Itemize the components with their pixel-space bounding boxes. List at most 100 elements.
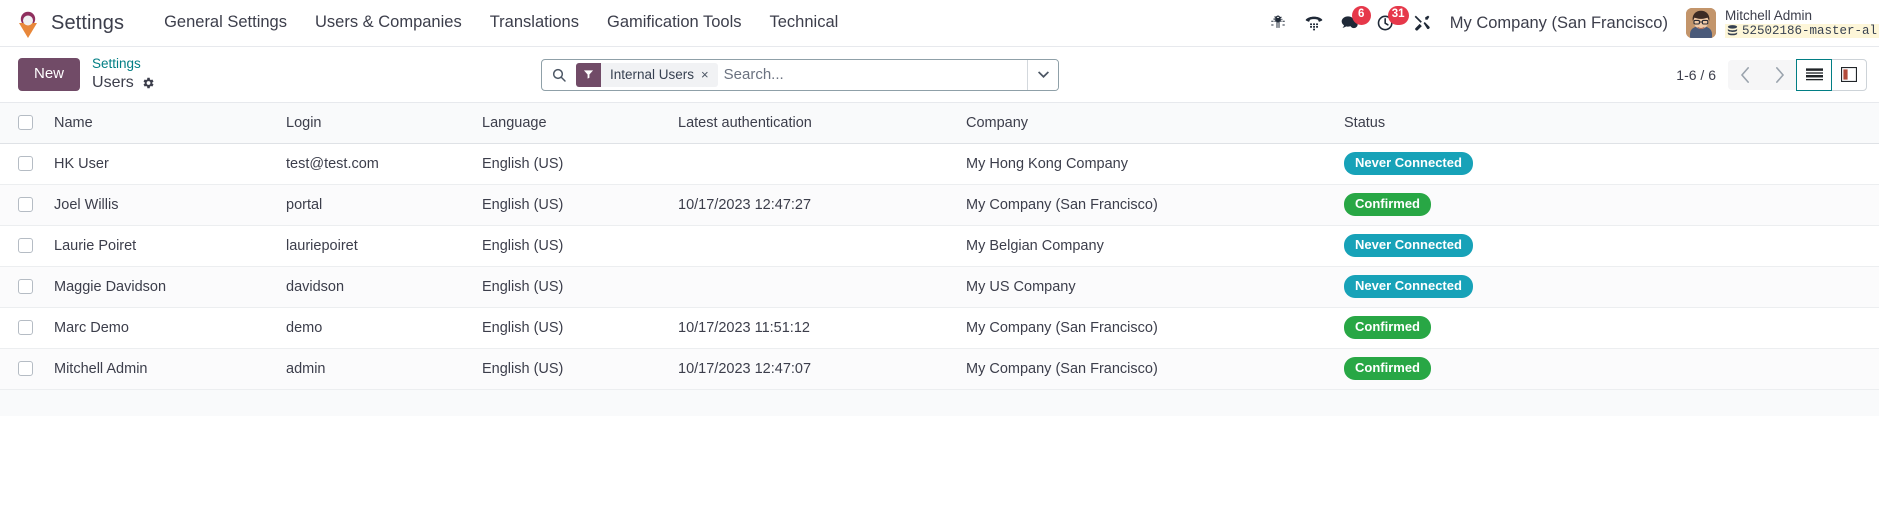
close-icon[interactable]: ×	[701, 68, 718, 81]
pager-next-button[interactable]	[1762, 59, 1796, 90]
phone-dialpad-icon[interactable]	[1296, 0, 1332, 47]
cell-company: My Belgian Company	[958, 225, 1336, 267]
cell-status: Confirmed	[1336, 348, 1879, 390]
cell-login: admin	[278, 348, 474, 390]
tools-wrench-icon[interactable]	[1404, 0, 1440, 47]
status-badge: Never Connected	[1344, 275, 1473, 298]
company-selector[interactable]: My Company (San Francisco)	[1440, 14, 1680, 33]
cell-login: portal	[278, 184, 474, 226]
row-select-cell	[0, 184, 46, 226]
pager-value[interactable]: 1-6 / 6	[1676, 67, 1716, 83]
search-input[interactable]	[723, 59, 1027, 90]
row-select-cell	[0, 266, 46, 308]
cell-language: English (US)	[474, 348, 670, 390]
table-body: HK User test@test.com English (US) My Ho…	[0, 143, 1879, 390]
column-header-company[interactable]: Company	[958, 103, 1336, 144]
messaging-chat-icon[interactable]: 6	[1332, 0, 1371, 47]
breadcrumb: Settings Users	[92, 56, 155, 93]
select-all-checkbox[interactable]	[18, 115, 33, 131]
cell-login: lauriepoiret	[278, 225, 474, 267]
table-row[interactable]: Marc Demo demo English (US) 10/17/2023 1…	[0, 307, 1879, 349]
row-checkbox[interactable]	[18, 279, 33, 294]
row-checkbox[interactable]	[18, 320, 33, 335]
bug-icon[interactable]	[1260, 0, 1296, 47]
cell-language: English (US)	[474, 307, 670, 349]
search-facet-internal-users[interactable]: Internal Users ×	[576, 62, 718, 87]
avatar	[1685, 8, 1716, 38]
table-row[interactable]: Mitchell Admin admin English (US) 10/17/…	[0, 348, 1879, 390]
chevron-down-icon[interactable]	[1027, 59, 1058, 90]
cell-company: My Company (San Francisco)	[958, 184, 1336, 226]
table-row[interactable]: Laurie Poiret lauriepoiret English (US) …	[0, 225, 1879, 267]
column-header-latest-authentication[interactable]: Latest authentication	[670, 103, 958, 144]
cell-latest-authentication	[670, 266, 958, 308]
cell-latest-authentication: 10/17/2023 12:47:27	[670, 184, 958, 226]
column-header-name[interactable]: Name	[46, 103, 278, 144]
select-all-header	[0, 103, 46, 144]
row-select-cell	[0, 225, 46, 267]
table-footer-filler	[0, 389, 1879, 416]
cell-name: HK User	[46, 143, 278, 185]
cell-latest-authentication	[670, 143, 958, 185]
menu-general-settings[interactable]: General Settings	[150, 7, 301, 39]
cell-latest-authentication: 10/17/2023 12:47:07	[670, 348, 958, 390]
menu-users-companies[interactable]: Users & Companies	[301, 7, 476, 39]
user-name: Mitchell Admin	[1724, 8, 1813, 24]
database-name: 52502186-master-al	[1724, 23, 1879, 38]
search-icon	[542, 60, 576, 90]
status-badge: Confirmed	[1344, 357, 1431, 380]
breadcrumb-item-settings[interactable]: Settings	[92, 56, 155, 73]
database-icon	[1727, 24, 1738, 36]
table-row[interactable]: HK User test@test.com English (US) My Ho…	[0, 143, 1879, 185]
menu-technical[interactable]: Technical	[756, 7, 853, 39]
table-row[interactable]: Joel Willis portal English (US) 10/17/20…	[0, 184, 1879, 226]
cell-company: My Company (San Francisco)	[958, 348, 1336, 390]
cell-status: Never Connected	[1336, 266, 1879, 308]
app-name[interactable]: Settings	[51, 12, 124, 35]
cell-status: Never Connected	[1336, 143, 1879, 185]
cell-company: My US Company	[958, 266, 1336, 308]
cell-company: My Hong Kong Company	[958, 143, 1336, 185]
cell-name: Joel Willis	[46, 184, 278, 226]
cell-language: English (US)	[474, 225, 670, 267]
row-select-cell	[0, 143, 46, 185]
cell-name: Maggie Davidson	[46, 266, 278, 308]
cell-language: English (US)	[474, 143, 670, 185]
user-menu[interactable]: Mitchell Admin 52502186-master-al	[1680, 0, 1879, 46]
breadcrumb-current-row: Users	[92, 73, 155, 93]
menu-gamification-tools[interactable]: Gamification Tools	[593, 7, 756, 39]
row-checkbox[interactable]	[18, 361, 33, 376]
cell-latest-authentication: 10/17/2023 11:51:12	[670, 307, 958, 349]
row-checkbox[interactable]	[18, 197, 33, 212]
gear-icon[interactable]	[141, 76, 155, 90]
page-title: Users	[92, 73, 134, 91]
cell-login: demo	[278, 307, 474, 349]
search-view: Internal Users ×	[541, 58, 1059, 91]
view-switcher-list[interactable]	[1796, 58, 1832, 91]
row-checkbox[interactable]	[18, 156, 33, 171]
control-panel-right: 1-6 / 6	[1676, 58, 1867, 91]
status-badge: Never Connected	[1344, 152, 1473, 175]
cell-status: Never Connected	[1336, 225, 1879, 267]
cell-latest-authentication	[670, 225, 958, 267]
cell-login: test@test.com	[278, 143, 474, 185]
cell-status: Confirmed	[1336, 184, 1879, 226]
pager-previous-button[interactable]	[1728, 59, 1762, 90]
users-table: Name Login Language Latest authenticatio…	[0, 103, 1879, 390]
cell-name: Mitchell Admin	[46, 348, 278, 390]
table-row[interactable]: Maggie Davidson davidson English (US) My…	[0, 266, 1879, 308]
status-badge: Confirmed	[1344, 316, 1431, 339]
cell-language: English (US)	[474, 266, 670, 308]
column-header-login[interactable]: Login	[278, 103, 474, 144]
column-header-status[interactable]: Status	[1336, 103, 1879, 144]
new-button[interactable]: New	[18, 58, 81, 91]
row-checkbox[interactable]	[18, 238, 33, 253]
status-badge: Never Connected	[1344, 234, 1473, 257]
table-header: Name Login Language Latest authenticatio…	[0, 103, 1879, 144]
status-badge: Confirmed	[1344, 193, 1431, 216]
column-header-language[interactable]: Language	[474, 103, 670, 144]
view-switcher-kanban[interactable]	[1831, 58, 1867, 91]
menu-translations[interactable]: Translations	[476, 7, 593, 39]
activities-clock-icon[interactable]: 31	[1368, 0, 1409, 47]
odoo-logo-icon[interactable]	[13, 8, 43, 38]
